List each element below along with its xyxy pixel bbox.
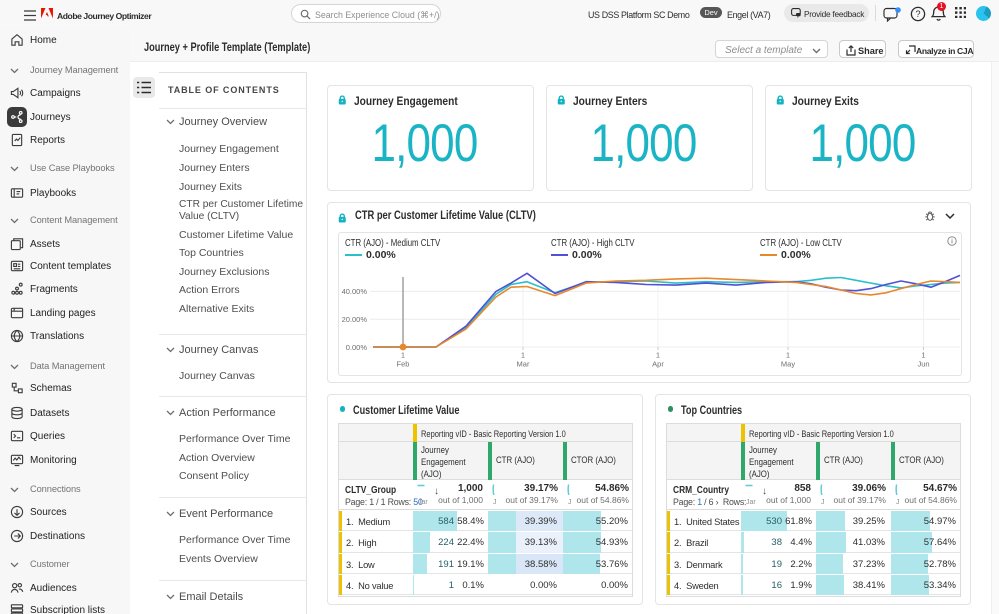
svg-text:Apr: Apr	[652, 360, 664, 369]
svg-text:40.00%: 40.00%	[342, 287, 368, 296]
svg-text:1: 1	[521, 351, 525, 360]
svg-text:1: 1	[921, 351, 925, 360]
svg-text:1: 1	[401, 351, 405, 360]
svg-text:20.00%: 20.00%	[342, 315, 368, 324]
svg-text:1: 1	[656, 351, 660, 360]
svg-text:?: ?	[915, 9, 920, 19]
svg-text:May: May	[781, 360, 795, 369]
svg-text:Feb: Feb	[397, 360, 410, 369]
svg-text:0.00%: 0.00%	[346, 343, 368, 352]
svg-text:Jun: Jun	[917, 360, 929, 369]
svg-text:1: 1	[786, 351, 790, 360]
svg-text:Mar: Mar	[517, 360, 530, 369]
